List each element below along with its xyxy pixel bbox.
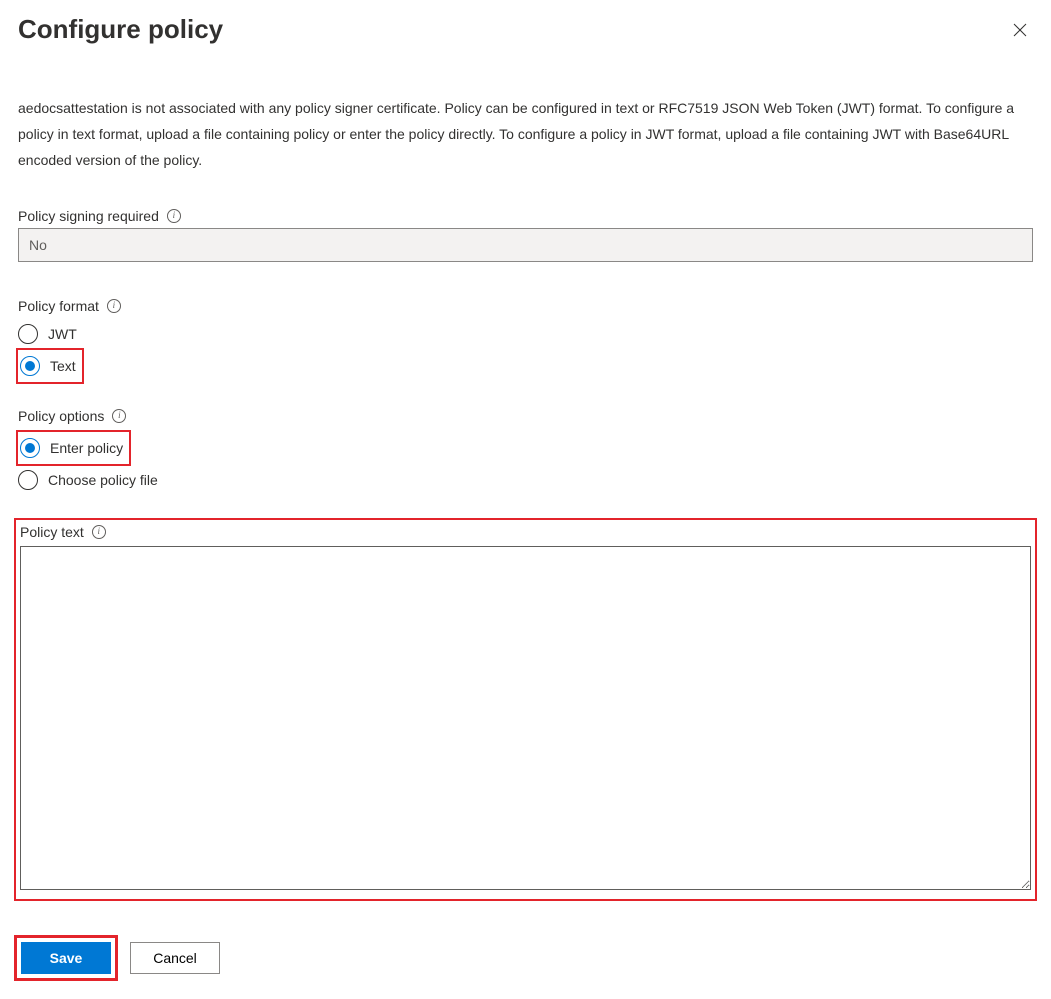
- highlight-annotation: Save: [14, 935, 118, 981]
- highlight-annotation: Enter policy: [16, 430, 131, 466]
- policy-signing-label: Policy signing required: [18, 208, 159, 224]
- save-button[interactable]: Save: [21, 942, 111, 974]
- policy-format-radio-group: JWT Text: [18, 320, 1033, 384]
- radio-circle-icon: [18, 324, 38, 344]
- policy-options-section: Policy options i Enter policy Choose pol…: [18, 408, 1033, 494]
- panel-footer: Save Cancel: [18, 935, 1033, 981]
- policy-options-label: Policy options: [18, 408, 104, 424]
- policy-options-radio-group: Enter policy Choose policy file: [18, 430, 1033, 494]
- policy-options-label-row: Policy options i: [18, 408, 1033, 424]
- policy-format-label-row: Policy format i: [18, 298, 1033, 314]
- radio-text-label: Text: [50, 358, 76, 374]
- cancel-button[interactable]: Cancel: [130, 942, 220, 974]
- panel-header: Configure policy: [18, 10, 1033, 46]
- policy-text-input[interactable]: [20, 546, 1031, 890]
- configure-policy-panel: Configure policy aedocsattestation is no…: [0, 0, 1051, 999]
- policy-format-section: Policy format i JWT Text: [18, 298, 1033, 384]
- radio-jwt[interactable]: JWT: [18, 320, 1033, 348]
- highlight-annotation: Text: [16, 348, 84, 384]
- info-icon[interactable]: i: [107, 299, 121, 313]
- radio-circle-icon: [20, 356, 40, 376]
- radio-choose-file[interactable]: Choose policy file: [18, 466, 1033, 494]
- radio-enter-label: Enter policy: [50, 440, 123, 456]
- highlight-annotation: Policy text i: [14, 518, 1037, 901]
- policy-text-section: Policy text i: [20, 524, 1031, 893]
- policy-signing-input: [18, 228, 1033, 262]
- info-icon[interactable]: i: [112, 409, 126, 423]
- policy-signing-section: Policy signing required i: [18, 208, 1033, 262]
- close-button[interactable]: [1007, 16, 1033, 46]
- policy-format-label: Policy format: [18, 298, 99, 314]
- policy-text-label-row: Policy text i: [20, 524, 1031, 540]
- panel-description: aedocsattestation is not associated with…: [18, 96, 1033, 174]
- policy-text-label: Policy text: [20, 524, 84, 540]
- radio-jwt-label: JWT: [48, 326, 77, 342]
- close-icon: [1013, 23, 1027, 37]
- radio-text[interactable]: Text: [20, 352, 76, 380]
- policy-signing-label-row: Policy signing required i: [18, 208, 1033, 224]
- info-icon[interactable]: i: [92, 525, 106, 539]
- panel-title: Configure policy: [18, 14, 223, 45]
- radio-circle-icon: [18, 470, 38, 490]
- radio-enter-policy[interactable]: Enter policy: [20, 434, 123, 462]
- info-icon[interactable]: i: [167, 209, 181, 223]
- radio-choose-label: Choose policy file: [48, 472, 158, 488]
- radio-circle-icon: [20, 438, 40, 458]
